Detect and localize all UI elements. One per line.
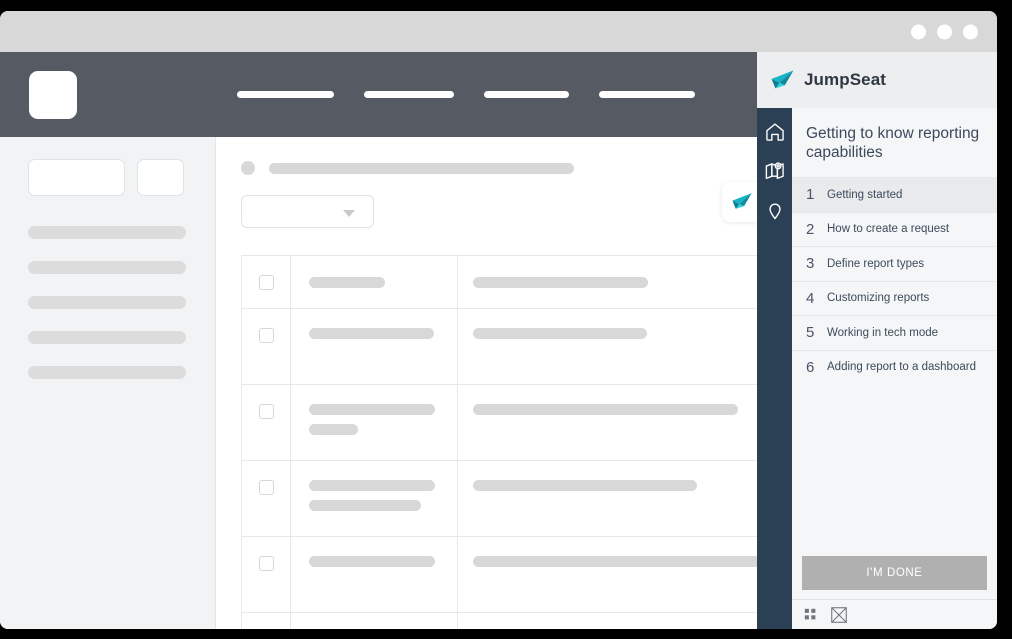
window-dot-3-icon[interactable] [963, 24, 978, 39]
table-cell-a [291, 537, 458, 612]
cell-placeholder [473, 480, 697, 491]
jumpseat-guide-panel: JumpSeat Getting to know reporting capab… [757, 52, 997, 629]
heading-status-dot-icon [241, 161, 255, 175]
step-label: Working in tech mode [827, 326, 939, 339]
sidebar-filter-button[interactable] [137, 159, 184, 196]
nav-item-2[interactable] [364, 91, 454, 98]
cell-placeholder [309, 424, 358, 435]
step-number: 6 [806, 358, 815, 376]
cell-placeholder [309, 328, 434, 339]
step-label: Define report types [827, 257, 925, 270]
step-number: 1 [806, 186, 815, 204]
left-sidebar [0, 137, 216, 629]
row-select-cell[interactable] [242, 613, 291, 629]
row-checkbox[interactable] [258, 404, 274, 419]
row-select-cell[interactable] [242, 461, 291, 536]
nav-item-1[interactable] [237, 91, 334, 98]
sidebar-skeleton-row [28, 261, 186, 274]
chevron-down-icon [343, 209, 355, 217]
content-dropdown[interactable] [241, 195, 374, 228]
cell-placeholder [309, 404, 435, 415]
sidebar-skeleton-row [28, 296, 186, 309]
home-icon[interactable] [764, 121, 786, 143]
im-done-button[interactable]: I'M DONE [802, 556, 987, 590]
step-label: Customizing reports [827, 292, 930, 305]
step-item-2[interactable]: 2 How to create a request [792, 211, 997, 246]
step-item-1[interactable]: 1 Getting started [792, 177, 997, 212]
row-checkbox[interactable] [258, 480, 274, 495]
paper-plane-icon [771, 69, 794, 88]
select-all-checkbox[interactable] [258, 274, 274, 290]
select-all-cell[interactable] [242, 256, 291, 308]
nav-item-4[interactable] [599, 91, 695, 98]
app-logo-placeholder[interactable] [29, 70, 77, 119]
app-nav [237, 91, 695, 98]
sidebar-filter-row [28, 159, 187, 196]
window-dot-1-icon[interactable] [911, 24, 926, 39]
header-placeholder [309, 276, 385, 288]
panel-title: Getting to know reporting capabilities [806, 125, 980, 161]
cell-placeholder [473, 328, 647, 339]
map-pin-icon[interactable] [764, 160, 786, 182]
window-titlebar [0, 11, 997, 52]
sidebar-skeleton-row [28, 366, 186, 379]
heading-placeholder [269, 162, 574, 174]
location-pin-icon[interactable] [764, 199, 786, 221]
step-item-4[interactable]: 4 Customizing reports [792, 280, 997, 315]
row-checkbox[interactable] [258, 556, 274, 571]
cell-placeholder [309, 500, 421, 511]
nav-item-3[interactable] [484, 91, 569, 98]
step-label: Getting started [827, 188, 903, 201]
step-item-3[interactable]: 3 Define report types [792, 246, 997, 281]
sidebar-skeleton-row [28, 331, 186, 344]
row-select-cell[interactable] [242, 385, 291, 460]
step-item-6[interactable]: 6 Adding report to a dashboard [792, 349, 997, 384]
cell-placeholder [309, 480, 435, 491]
window-dot-2-icon[interactable] [937, 24, 952, 39]
table-header-col-a [291, 256, 458, 308]
cell-placeholder [473, 556, 761, 567]
row-checkbox[interactable] [258, 328, 274, 343]
panel-brand-header: JumpSeat [757, 52, 997, 108]
panel-footer: I'M DONE [792, 556, 997, 599]
header-placeholder [473, 276, 648, 288]
step-number: 2 [806, 220, 815, 238]
panel-content: Getting to know reporting capabilities 1… [792, 108, 997, 629]
panel-tray [792, 599, 997, 629]
sidebar-skeleton-row [28, 226, 186, 239]
table-cell-a [291, 461, 458, 536]
table-cell-a [291, 613, 458, 629]
step-label: Adding report to a dashboard [827, 361, 976, 374]
cell-placeholder [309, 556, 435, 567]
broken-image-icon[interactable] [831, 606, 847, 623]
jumpseat-launcher-button[interactable] [722, 182, 762, 222]
step-label: How to create a request [827, 223, 950, 236]
grid-icon[interactable] [804, 608, 817, 621]
row-select-cell[interactable] [242, 537, 291, 612]
paper-plane-icon [732, 193, 752, 209]
panel-step-list: 1 Getting started 2 How to create a requ… [792, 177, 997, 556]
step-number: 4 [806, 289, 815, 307]
panel-main: Getting to know reporting capabilities 1… [757, 108, 997, 629]
panel-icon-rail [757, 108, 792, 629]
step-number: 5 [806, 324, 815, 342]
step-item-5[interactable]: 5 Working in tech mode [792, 315, 997, 350]
app-window: JumpSeat Getting to know reporting capab… [0, 11, 997, 629]
window-controls [911, 24, 978, 39]
step-number: 3 [806, 255, 815, 273]
cell-placeholder [473, 404, 738, 415]
row-select-cell[interactable] [242, 309, 291, 384]
table-cell-a [291, 385, 458, 460]
panel-brand-name: JumpSeat [804, 70, 887, 89]
sidebar-search-input[interactable] [28, 159, 125, 196]
table-cell-a [291, 309, 458, 384]
